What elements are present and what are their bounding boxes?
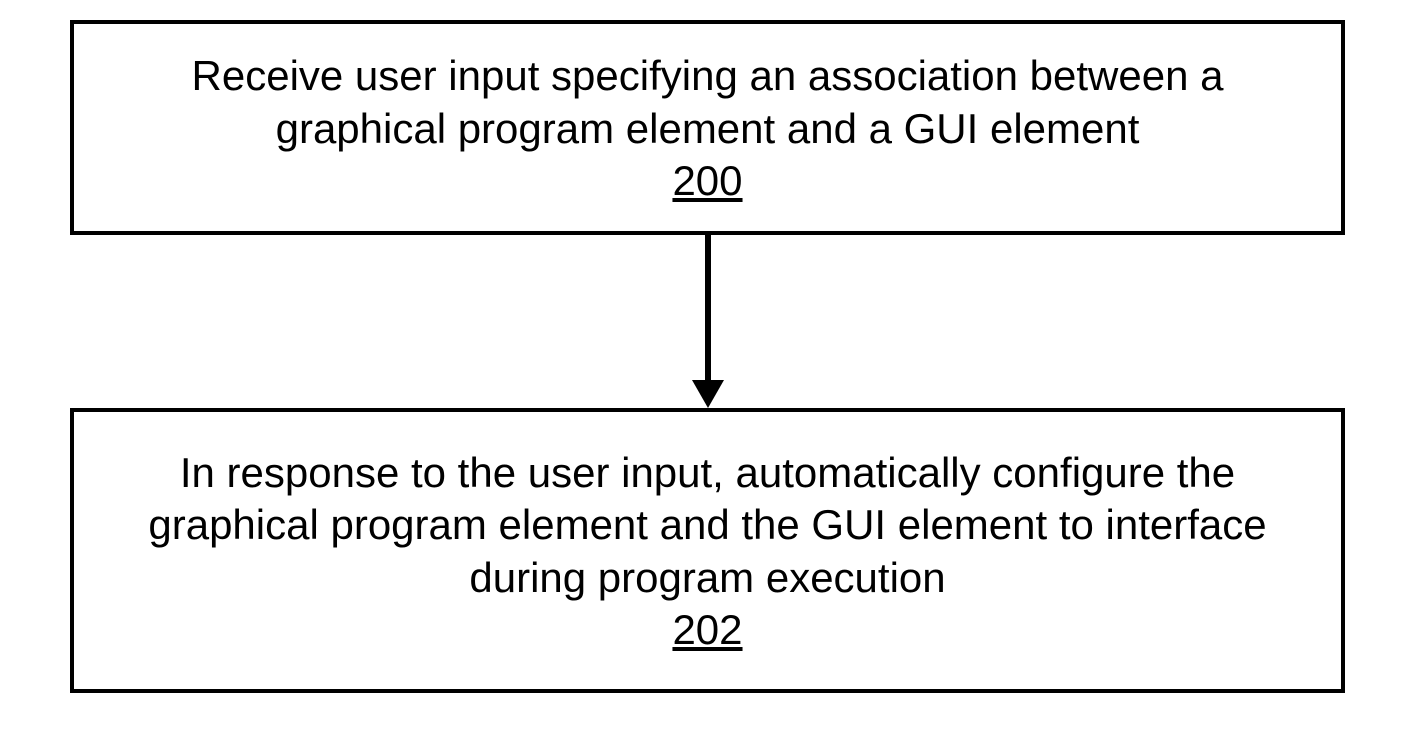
flow-node-200-ref: 200: [672, 157, 742, 205]
flow-node-202-ref: 202: [672, 606, 742, 654]
flow-node-200: Receive user input specifying an associa…: [70, 20, 1345, 235]
arrow-200-to-202-head: [692, 380, 724, 408]
flow-node-200-text: Receive user input specifying an associa…: [104, 50, 1311, 155]
flowchart-canvas: Receive user input specifying an associa…: [0, 0, 1413, 743]
flow-node-202-text: In response to the user input, automatic…: [104, 447, 1311, 605]
arrow-200-to-202-line: [705, 235, 711, 385]
flow-node-202: In response to the user input, automatic…: [70, 408, 1345, 693]
